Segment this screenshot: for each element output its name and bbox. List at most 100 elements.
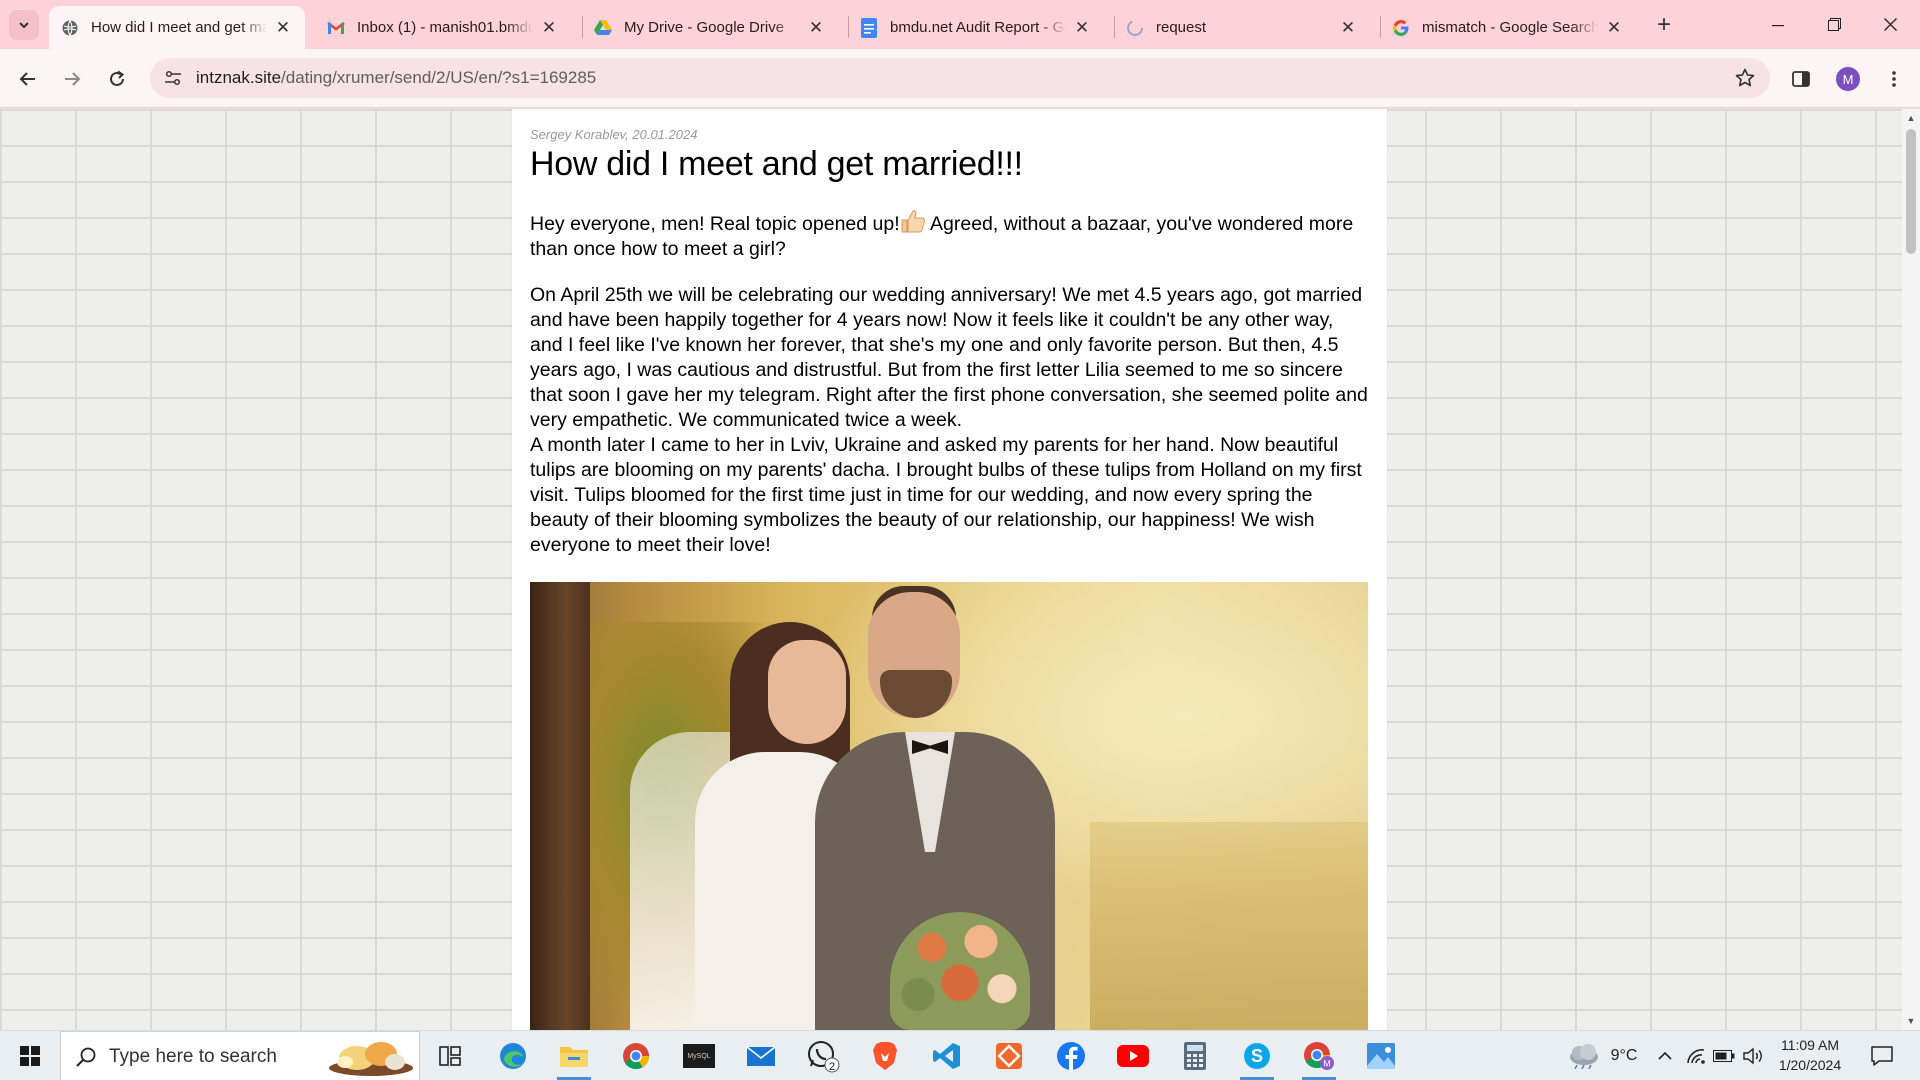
tab-gmail[interactable]: Inbox (1) - manish01.bmdu.net ✕ <box>315 6 571 49</box>
tab-active[interactable]: How did I meet and get married!!! ✕ <box>49 6 305 49</box>
url-text[interactable]: intznak.site/dating/xrumer/send/2/US/en/… <box>196 68 596 88</box>
taskbar-brave[interactable] <box>860 1031 910 1080</box>
bookmark-star-icon[interactable] <box>1734 67 1756 89</box>
google-icon <box>1392 19 1410 37</box>
close-tab-icon[interactable]: ✕ <box>539 18 559 38</box>
close-window-button[interactable] <box>1862 0 1918 49</box>
address-bar[interactable]: intznak.site/dating/xrumer/send/2/US/en/… <box>150 58 1770 98</box>
search-placeholder: Type here to search <box>109 1046 277 1067</box>
taskbar-mail[interactable] <box>736 1031 786 1080</box>
article-paragraph-1: On April 25th we will be celebrating our… <box>530 284 1368 431</box>
scroll-down-arrow-icon[interactable]: ▼ <box>1902 1012 1920 1030</box>
whatsapp-badge: 2 <box>829 1061 836 1073</box>
close-tab-icon[interactable]: ✕ <box>1604 18 1624 38</box>
browser-toolbar: intznak.site/dating/xrumer/send/2/US/en/… <box>0 49 1920 108</box>
task-view-button[interactable] <box>425 1031 475 1080</box>
reload-button[interactable] <box>100 62 134 96</box>
forward-button[interactable] <box>55 62 89 96</box>
taskbar-search-box[interactable]: Type here to search <box>60 1031 420 1080</box>
scroll-up-arrow-icon[interactable]: ▲ <box>1902 109 1920 127</box>
taskbar-skype[interactable]: S <box>1232 1031 1282 1080</box>
taskbar-edge[interactable] <box>488 1031 538 1080</box>
article-body: Hey everyone, men! Real topic opened up!… <box>530 209 1370 558</box>
taskbar-photos[interactable] <box>1356 1031 1406 1080</box>
search-icon <box>76 1047 96 1067</box>
wedding-photo <box>530 582 1368 1030</box>
close-tab-icon[interactable]: ✕ <box>1338 18 1358 38</box>
google-docs-icon <box>860 17 878 38</box>
taskbar-file-explorer[interactable] <box>549 1031 599 1080</box>
network-button[interactable] <box>1683 1031 1709 1080</box>
battery-button[interactable] <box>1711 1031 1737 1080</box>
show-hidden-icons-button[interactable] <box>1652 1031 1678 1080</box>
close-tab-icon[interactable]: ✕ <box>806 18 826 38</box>
weather-temperature: 9°C <box>1610 1047 1638 1064</box>
taskbar-youtube[interactable] <box>1108 1031 1158 1080</box>
brave-icon <box>873 1042 897 1070</box>
windows-logo-icon <box>20 1046 40 1066</box>
minimize-icon <box>1772 24 1784 26</box>
tab-request[interactable]: request ✕ <box>1114 6 1370 49</box>
back-button[interactable] <box>11 62 45 96</box>
windows-taskbar: Type here to search MySQL 2 S M 9°C 11:0… <box>0 1030 1920 1080</box>
chrome-icon <box>623 1043 650 1070</box>
tab-title: Inbox (1) - manish01.bmdu.net <box>357 19 533 36</box>
calculator-icon <box>1184 1042 1206 1070</box>
start-button[interactable] <box>0 1031 60 1080</box>
git-icon <box>996 1043 1022 1069</box>
minimize-button[interactable] <box>1750 0 1806 49</box>
url-path: /dating/xrumer/send/2/US/en/?s1=169285 <box>281 68 597 87</box>
intro-text: Hey everyone, men! Real topic opened up! <box>530 213 900 235</box>
gmail-icon <box>327 19 345 37</box>
tab-drive[interactable]: My Drive - Google Drive ✕ <box>582 6 838 49</box>
notification-icon <box>1871 1046 1893 1066</box>
plus-icon: + <box>1656 11 1671 38</box>
google-drive-icon <box>594 19 612 37</box>
site-info-icon[interactable] <box>162 67 184 89</box>
article-byline: Sergey Korablev, 20.01.2024 <box>530 127 698 142</box>
volume-button[interactable] <box>1740 1031 1768 1080</box>
svg-text:M: M <box>1323 1059 1331 1069</box>
thumbs-up-icon <box>901 210 925 233</box>
tab-docs[interactable]: bmdu.net Audit Report - Google Docs ✕ <box>848 6 1104 49</box>
restore-button[interactable] <box>1806 0 1862 49</box>
scroll-thumb[interactable] <box>1906 129 1916 254</box>
taskbar-mysql[interactable]: MySQL <box>674 1031 724 1080</box>
new-tab-button[interactable]: + <box>1650 11 1678 39</box>
tab-search[interactable]: mismatch - Google Search ✕ <box>1380 6 1636 49</box>
weather-widget[interactable]: 9°C <box>1552 1031 1652 1080</box>
tab-title: request <box>1156 19 1207 36</box>
taskbar-git[interactable] <box>984 1031 1034 1080</box>
page-scrollbar[interactable]: ▲ ▼ <box>1902 109 1920 1030</box>
article-card: Sergey Korablev, 20.01.2024 How did I me… <box>512 109 1387 1030</box>
tab-search-button[interactable] <box>9 10 39 40</box>
svg-text:S: S <box>1251 1046 1263 1066</box>
notifications-button[interactable] <box>1862 1041 1902 1071</box>
taskbar-vscode[interactable] <box>922 1031 972 1080</box>
close-tab-icon[interactable]: ✕ <box>1072 18 1092 38</box>
cloudy-weather-icon <box>1569 1044 1598 1069</box>
taskbar-chrome-profile[interactable]: M <box>1294 1031 1344 1080</box>
wifi-icon <box>1687 1049 1705 1064</box>
file-explorer-icon <box>560 1047 588 1067</box>
tab-strip: How did I meet and get married!!! ✕ Inbo… <box>0 0 1920 49</box>
article-paragraph-2: A month later I came to her in Lviv, Ukr… <box>530 434 1362 556</box>
taskbar-facebook[interactable] <box>1046 1031 1096 1080</box>
side-panel-button[interactable] <box>1787 65 1815 93</box>
close-tab-icon[interactable]: ✕ <box>273 18 293 38</box>
edge-icon <box>500 1043 526 1069</box>
profile-avatar[interactable]: M <box>1836 67 1860 91</box>
taskbar-calculator[interactable] <box>1170 1031 1220 1080</box>
globe-icon <box>61 19 79 37</box>
tab-title: How did I meet and get married!!! <box>91 19 267 36</box>
taskbar-whatsapp[interactable]: 2 <box>798 1031 848 1080</box>
photos-icon <box>1367 1043 1395 1069</box>
reload-icon <box>110 70 125 86</box>
search-highlight-food-icon <box>329 1042 413 1076</box>
restore-icon <box>1827 18 1841 31</box>
taskbar-clock[interactable]: 11:09 AM 1/20/2024 <box>1770 1035 1850 1075</box>
taskbar-chrome[interactable] <box>611 1031 661 1080</box>
chrome-profile-icon: M <box>1304 1042 1334 1070</box>
browser-menu-button[interactable] <box>1880 65 1908 93</box>
tab-title: mismatch - Google Search <box>1422 19 1598 36</box>
